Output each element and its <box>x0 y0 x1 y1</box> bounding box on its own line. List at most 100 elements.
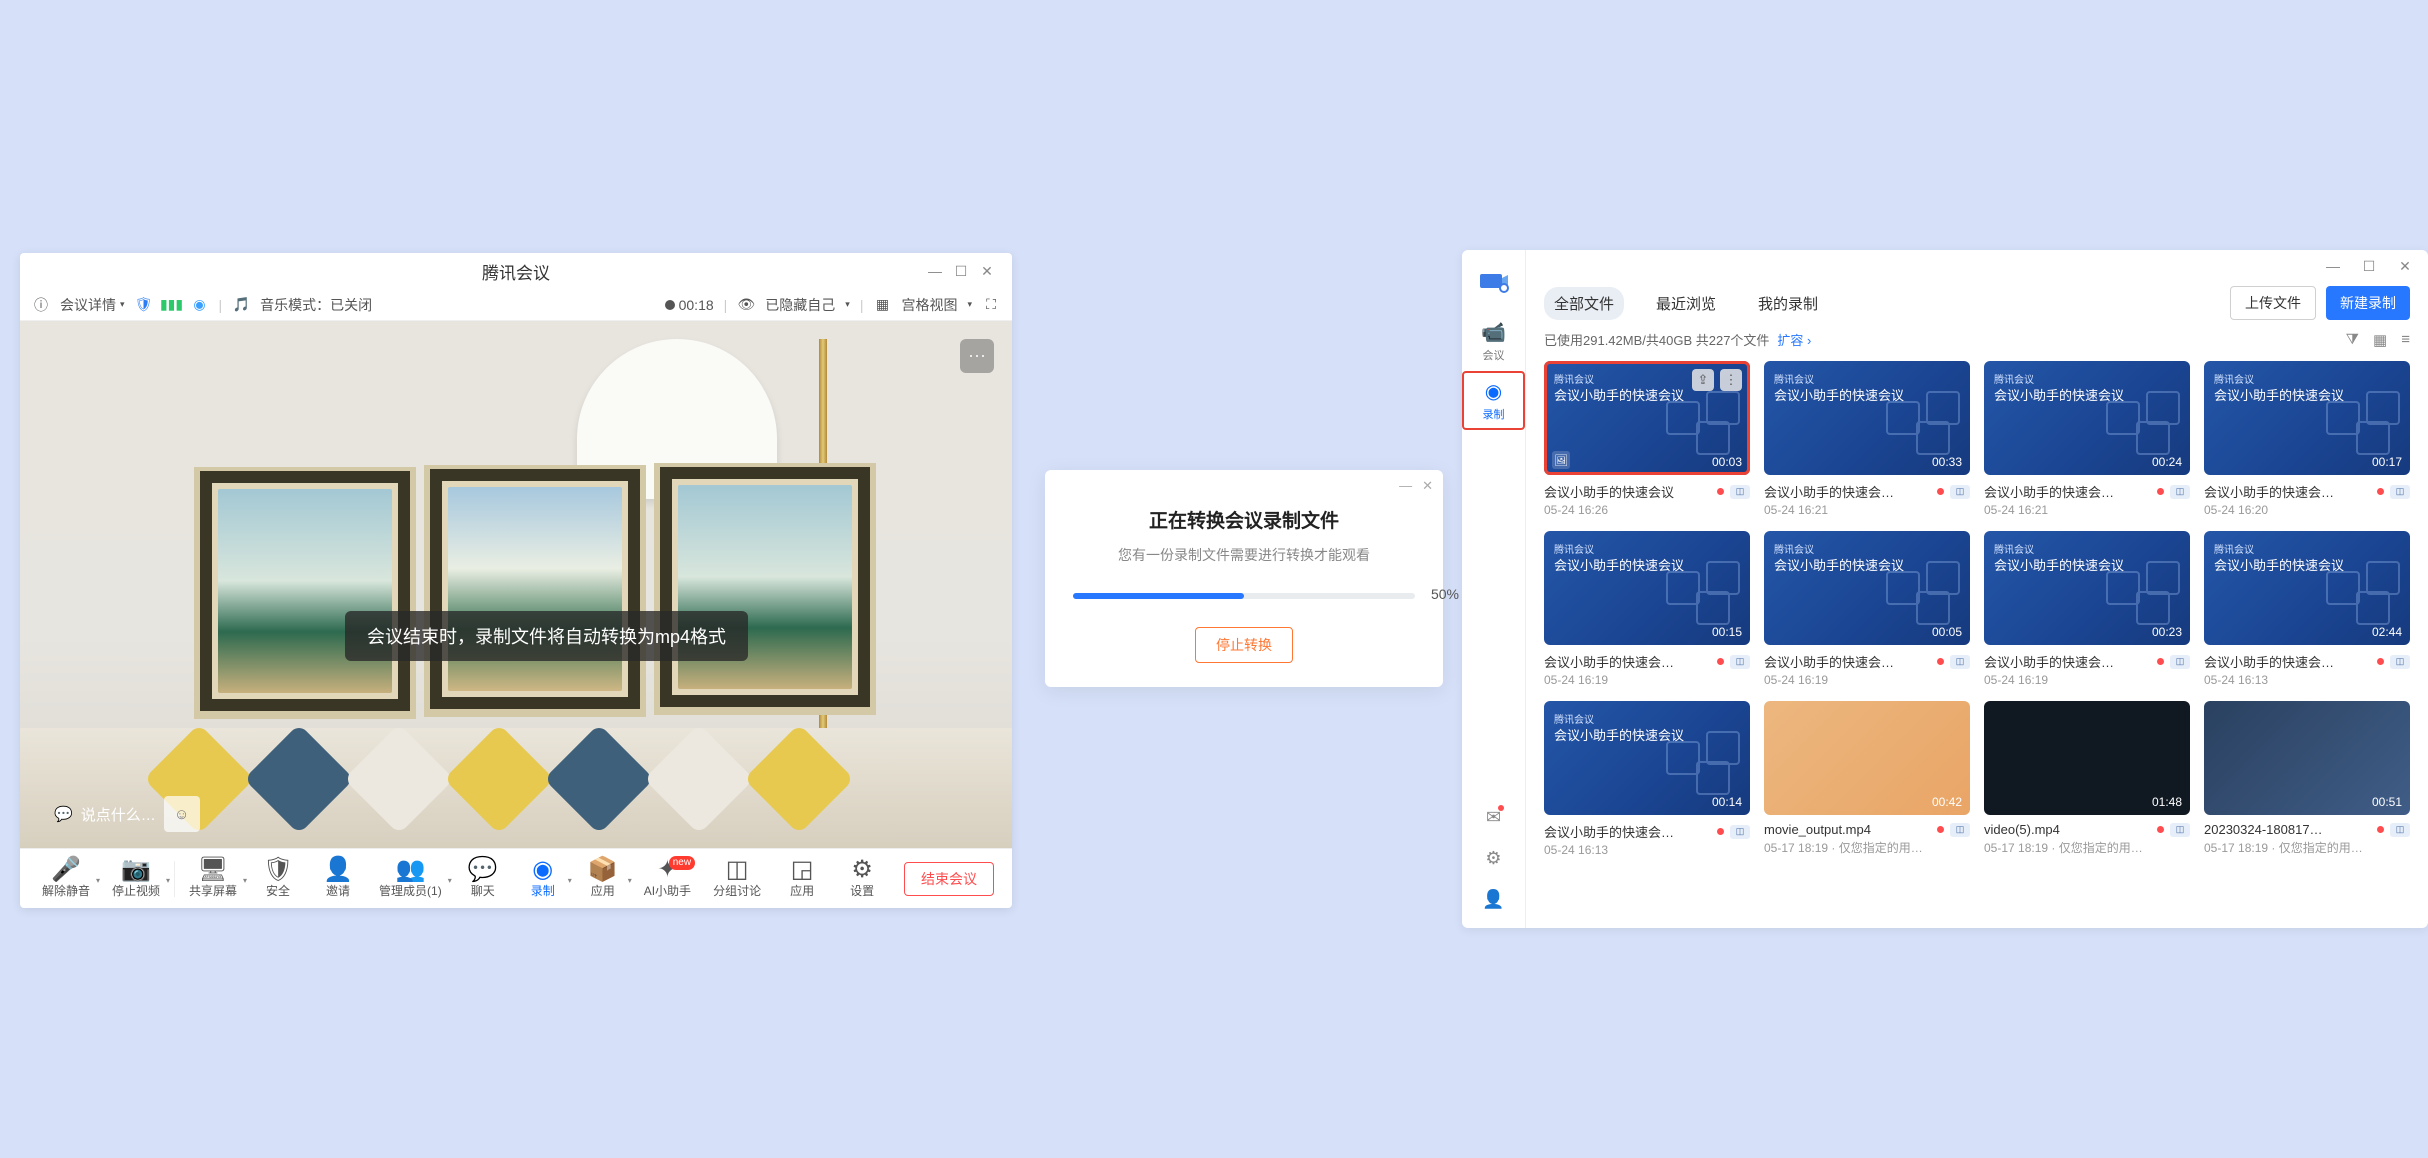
tool-settings[interactable]: ⚙设置 <box>835 858 889 899</box>
meeting-detail-link[interactable]: 会议详情 ▾ <box>60 295 125 315</box>
status-dot-icon <box>2377 826 2384 833</box>
view-mode[interactable]: 宫格视图 <box>901 295 957 315</box>
grid-view-icon[interactable]: ▦ <box>873 296 891 314</box>
tab-my-records[interactable]: 我的录制 <box>1748 287 1828 320</box>
more-icon[interactable]: ⋮ <box>1720 369 1742 391</box>
recording-thumbnail[interactable]: 腾讯会议会议小助手的快速会议02:44 <box>2204 531 2410 645</box>
thumb-brand: 腾讯会议 <box>1774 541 1814 556</box>
recording-card[interactable]: 腾讯会议会议小助手的快速会议00:14会议小助手的快速会…◫05-24 16:1… <box>1544 701 1750 857</box>
list-view-icon[interactable]: ≡ <box>2401 331 2410 349</box>
recording-thumbnail[interactable]: 01:48 <box>1984 701 2190 815</box>
signal-icon[interactable]: ▮▮▮ <box>163 296 181 314</box>
dialog-close-icon[interactable]: ✕ <box>1422 478 1433 494</box>
recording-thumbnail[interactable]: 腾讯会议会议小助手的快速会议00:05 <box>1764 531 1970 645</box>
recording-card[interactable]: 00:5120230324-180817…◫05-17 18:19 · 仅您指定… <box>2204 701 2410 857</box>
tool-unmute[interactable]: 🎤解除静音▾ <box>34 858 98 899</box>
upload-button[interactable]: 上传文件 <box>2230 286 2316 320</box>
tab-recent[interactable]: 最近浏览 <box>1646 287 1726 320</box>
fullscreen-icon[interactable]: ⛶ <box>982 296 1000 314</box>
close-icon[interactable]: ✕ <box>2392 253 2418 279</box>
storage-status: 已使用291.42MB/共40GB 共227个文件 <box>1544 330 1769 349</box>
globe-icon[interactable]: ◉ <box>191 296 209 314</box>
tool-chat[interactable]: 💬聊天 <box>456 858 510 899</box>
recording-thumbnail[interactable]: 腾讯会议会议小助手的快速会议00:24 <box>1984 361 2190 475</box>
profile-icon[interactable]: 👤 <box>1482 889 1504 910</box>
more-tile-button[interactable]: ⋯ <box>960 339 994 373</box>
sidebar-item-record[interactable]: ◉ 录制 <box>1462 371 1525 430</box>
tool-breakout[interactable]: ◫分组讨论 <box>705 858 769 899</box>
tool-invite[interactable]: 👤邀请 <box>311 858 365 899</box>
card-subtitle: 05-17 18:19 · 仅您指定的用… <box>2204 837 2410 856</box>
minimize-icon[interactable]: — <box>922 258 948 284</box>
recording-card[interactable]: 腾讯会议会议小助手的快速会议02:44会议小助手的快速会…◫05-24 16:1… <box>2204 531 2410 687</box>
minimize-icon[interactable]: — <box>2320 253 2346 279</box>
music-mode-label: 音乐模式：已关闭 <box>260 295 372 315</box>
status-dot-icon <box>1717 488 1724 495</box>
decor-pillow <box>744 724 854 834</box>
settings-icon[interactable]: ⚙ <box>1485 848 1501 869</box>
recording-card[interactable]: 00:42movie_output.mp4◫05-17 18:19 · 仅您指定… <box>1764 701 1970 857</box>
recording-card[interactable]: 腾讯会议会议小助手的快速会议00:17会议小助手的快速会…◫05-24 16:2… <box>2204 361 2410 517</box>
card-subtitle: 05-24 16:19 <box>1764 671 1970 687</box>
tab-all-files[interactable]: 全部文件 <box>1544 287 1624 320</box>
tool-apps[interactable]: 📦应用▾ <box>576 858 630 899</box>
tool-record[interactable]: ◉录制▾ <box>516 858 570 899</box>
recording-thumbnail[interactable]: 00:42 <box>1764 701 1970 815</box>
chat-icon: 💬 <box>54 805 73 823</box>
recording-card[interactable]: 腾讯会议会议小助手的快速会议00:33会议小助手的快速会…◫05-24 16:2… <box>1764 361 1970 517</box>
decor-picture <box>660 467 870 707</box>
end-meeting-button[interactable]: 结束会议 <box>904 862 994 896</box>
chat-placeholder[interactable]: 说点什么… <box>81 804 156 825</box>
recording-card[interactable]: 01:48video(5).mp4◫05-17 18:19 · 仅您指定的用… <box>1984 701 2190 857</box>
card-subtitle: 05-17 18:19 · 仅您指定的用… <box>1984 837 2190 856</box>
recording-thumbnail[interactable]: 腾讯会议会议小助手的快速会议00:14 <box>1544 701 1750 815</box>
close-icon[interactable]: ✕ <box>974 258 1000 284</box>
recording-thumbnail[interactable]: 腾讯会议会议小助手的快速会议00:17 <box>2204 361 2410 475</box>
expand-storage-link[interactable]: 扩容 › <box>1777 330 1811 349</box>
tool-security[interactable]: 🛡安全 <box>251 858 305 899</box>
tool-app[interactable]: ◲应用 <box>775 858 829 899</box>
new-record-button[interactable]: 新建录制 <box>2326 286 2410 320</box>
stop-convert-button[interactable]: 停止转换 <box>1195 627 1293 663</box>
eye-icon[interactable]: 👁 <box>737 296 755 314</box>
progress-fill <box>1073 593 1244 599</box>
maximize-icon[interactable]: ☐ <box>2356 253 2382 279</box>
settings-icon: ⚙ <box>851 858 873 882</box>
maximize-icon[interactable]: ☐ <box>948 258 974 284</box>
recording-thumbnail[interactable]: 腾讯会议会议小助手的快速会议🖼⇪⋮00:03 <box>1544 361 1750 475</box>
mail-icon[interactable]: ✉ <box>1486 807 1501 828</box>
filter-icon[interactable]: ⧩ <box>2346 331 2359 349</box>
share-icon[interactable]: ⇪ <box>1692 369 1714 391</box>
shield-icon[interactable]: 🛡 <box>135 296 153 314</box>
meeting-detail-label: 会议详情 <box>60 295 116 315</box>
tool-ai-assistant[interactable]: ✦AI小助手new <box>636 858 699 899</box>
duration-label: 01:48 <box>2152 795 2182 809</box>
recording-thumbnail[interactable]: 00:51 <box>2204 701 2410 815</box>
tool-stop-video[interactable]: 📷停止视频▾ <box>104 858 168 899</box>
record-indicator[interactable]: 00:18 <box>665 297 714 313</box>
grid-view-icon[interactable]: ▦ <box>2373 331 2387 349</box>
meeting-badge-icon: ◫ <box>2390 823 2410 837</box>
recording-thumbnail[interactable]: 腾讯会议会议小助手的快速会议00:15 <box>1544 531 1750 645</box>
app-logo[interactable] <box>1476 262 1512 298</box>
record-timer: 00:18 <box>679 297 714 313</box>
recording-thumbnail[interactable]: 腾讯会议会议小助手的快速会议00:23 <box>1984 531 2190 645</box>
tool-share-screen[interactable]: 🖥共享屏幕▾ <box>181 858 245 899</box>
thumb-actions: ⇪⋮ <box>1692 369 1742 391</box>
recording-card[interactable]: 腾讯会议会议小助手的快速会议00:05会议小助手的快速会…◫05-24 16:1… <box>1764 531 1970 687</box>
recording-card[interactable]: 腾讯会议会议小助手的快速会议00:15会议小助手的快速会…◫05-24 16:1… <box>1544 531 1750 687</box>
recording-thumbnail[interactable]: 腾讯会议会议小助手的快速会议00:33 <box>1764 361 1970 475</box>
status-dot-icon <box>2157 826 2164 833</box>
recording-card[interactable]: 腾讯会议会议小助手的快速会议00:24会议小助手的快速会…◫05-24 16:2… <box>1984 361 2190 517</box>
recording-card[interactable]: 腾讯会议会议小助手的快速会议00:23会议小助手的快速会…◫05-24 16:1… <box>1984 531 2190 687</box>
card-title: 会议小助手的快速会… <box>1544 822 1711 841</box>
meeting-badge-icon: ◫ <box>1730 825 1750 839</box>
tool-members[interactable]: 👥管理成员(1)▾ <box>371 858 450 899</box>
dialog-minimize-icon[interactable]: — <box>1399 478 1412 494</box>
hidden-self[interactable]: 已隐藏自己 <box>765 295 835 315</box>
decor-pillow <box>644 724 754 834</box>
sidebar-item-meeting[interactable]: 📹 会议 <box>1462 312 1525 371</box>
card-title: video(5).mp4 <box>1984 822 2151 837</box>
recording-card[interactable]: 腾讯会议会议小助手的快速会议🖼⇪⋮00:03会议小助手的快速会议◫05-24 1… <box>1544 361 1750 517</box>
emoji-button[interactable]: ☺ <box>164 796 200 832</box>
